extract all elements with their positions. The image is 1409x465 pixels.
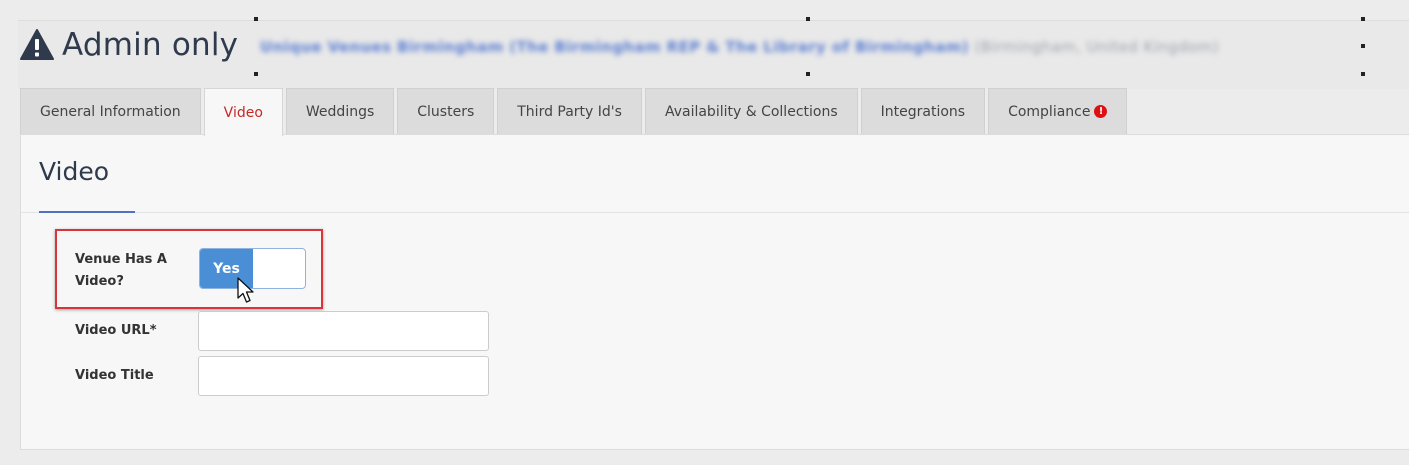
resize-handle[interactable] (806, 72, 810, 76)
tab-third-party-ids[interactable]: Third Party Id's (497, 88, 642, 134)
resize-handle[interactable] (806, 17, 810, 21)
tab-label: Weddings (305, 103, 375, 120)
video-url-input[interactable] (198, 311, 489, 351)
admin-header: Admin only (20, 22, 238, 68)
tab-label: Compliance (1008, 103, 1091, 120)
tab-label: Integrations (880, 103, 966, 120)
video-title-input[interactable] (198, 356, 489, 396)
venue-name-link[interactable]: Unique Venues Birmingham (The Birmingham… (260, 38, 969, 56)
tab-video[interactable]: Video (203, 88, 283, 136)
alert-icon: ! (1094, 105, 1108, 118)
tab-general-information[interactable]: General Information (20, 88, 201, 134)
resize-handle[interactable] (254, 17, 258, 21)
tab-availability-collections[interactable]: Availability & Collections (644, 88, 858, 134)
tab-bar: General Information Video Weddings Clust… (20, 88, 1130, 136)
tab-integrations[interactable]: Integrations (860, 88, 986, 134)
warning-icon (20, 29, 54, 60)
tab-label: Third Party Id's (517, 103, 622, 120)
mouse-cursor-icon (237, 277, 254, 303)
tab-label: Clusters (417, 103, 475, 120)
divider (21, 212, 1409, 213)
venue-location: (Birmingham, United Kingdom) (974, 38, 1219, 56)
video-title-label: Video Title (75, 368, 154, 383)
tab-weddings[interactable]: Weddings (285, 88, 395, 134)
tab-compliance[interactable]: Compliance! (988, 88, 1128, 134)
video-panel: Video Venue Has A Video? Yes Video URL* … (20, 134, 1409, 450)
resize-handle[interactable] (254, 72, 258, 76)
section-title: Video (39, 157, 110, 186)
has-video-label: Venue Has A Video? (75, 252, 167, 289)
resize-handle[interactable] (1361, 44, 1365, 48)
page-title: Admin only (62, 27, 239, 63)
resize-handle[interactable] (1361, 17, 1365, 21)
tab-clusters[interactable]: Clusters (397, 88, 495, 134)
tab-label: Video (223, 104, 263, 121)
title-underline (39, 211, 135, 213)
video-url-label: Video URL* (75, 323, 157, 338)
tab-label: General Information (40, 103, 181, 120)
venue-name: Unique Venues Birmingham (The Birmingham… (260, 38, 1219, 56)
resize-handle[interactable] (1361, 72, 1365, 76)
venue-name-box[interactable]: Unique Venues Birmingham (The Birmingham… (254, 17, 1365, 76)
tab-label: Availability & Collections (664, 103, 838, 120)
